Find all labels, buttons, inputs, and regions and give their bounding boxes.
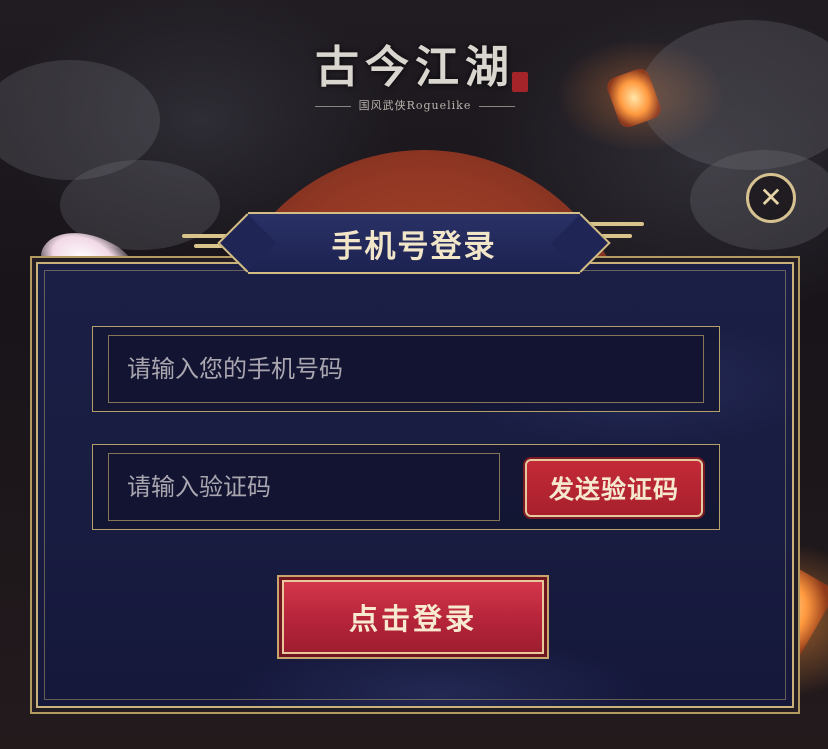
phone-field-inner bbox=[108, 335, 704, 403]
login-button[interactable]: 点击登录 bbox=[282, 580, 544, 654]
dialog-title-plaque: 手机号登录 bbox=[182, 212, 646, 276]
logo-title: 古今江湖 bbox=[315, 42, 515, 93]
send-code-button[interactable]: 发送验证码 bbox=[525, 459, 703, 517]
phone-field-frame bbox=[92, 326, 720, 412]
verification-code-input[interactable] bbox=[109, 454, 499, 520]
dialog-title: 手机号登录 bbox=[331, 228, 497, 265]
logo-seal-icon bbox=[512, 72, 528, 92]
close-icon: ✕ bbox=[759, 181, 783, 214]
phone-input[interactable] bbox=[109, 336, 703, 402]
background-cloud bbox=[640, 20, 828, 170]
title-ornament-line bbox=[588, 222, 644, 226]
logo-subtitle: 国风武侠Roguelike bbox=[300, 98, 530, 114]
close-button[interactable]: ✕ bbox=[746, 173, 796, 223]
game-logo: 古今江湖 国风武侠Roguelike bbox=[300, 38, 530, 118]
code-field-inner bbox=[108, 453, 500, 521]
title-plaque-frame: 手机号登录 bbox=[248, 212, 580, 274]
